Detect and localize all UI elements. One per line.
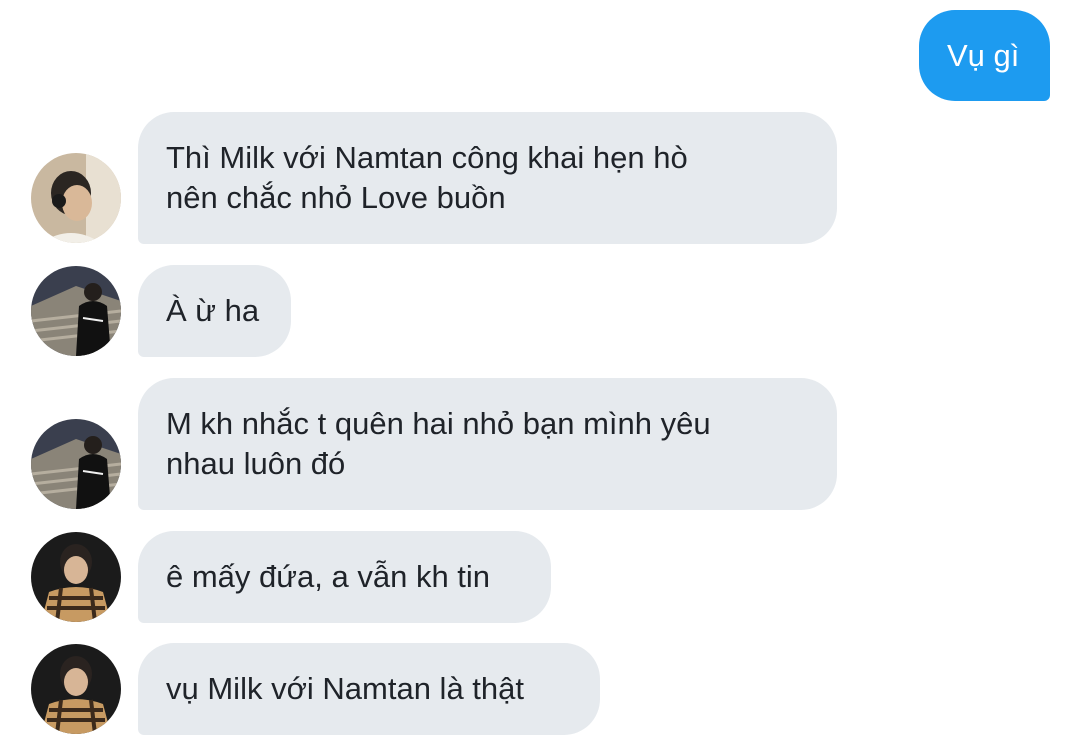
avatar-plaid[interactable] [31,532,121,622]
avatar-plaid[interactable] [31,644,121,734]
message-bubble-incoming[interactable]: vụ Milk với Namtan là thật [138,643,600,735]
avatar-image [31,266,121,356]
message-bubble-outgoing[interactable]: Vụ gì [919,10,1050,101]
avatar-image [31,419,121,509]
message-bubble-incoming[interactable]: Thì Milk với Namtan công khai hẹn hò nên… [138,112,837,244]
avatar-stairs[interactable] [31,266,121,356]
avatar-image [31,644,121,734]
avatar-image [31,532,121,622]
chat-screen: { "messages": [ { "sender": "me", "text"… [0,0,1080,743]
avatar-image [31,153,121,243]
avatar-headphones[interactable] [31,153,121,243]
message-bubble-incoming[interactable]: À ừ ha [138,265,291,357]
message-bubble-incoming[interactable]: ê mấy đứa, a vẫn kh tin [138,531,551,623]
avatar-stairs[interactable] [31,419,121,509]
message-bubble-incoming[interactable]: M kh nhắc t quên hai nhỏ bạn mình yêu nh… [138,378,837,510]
